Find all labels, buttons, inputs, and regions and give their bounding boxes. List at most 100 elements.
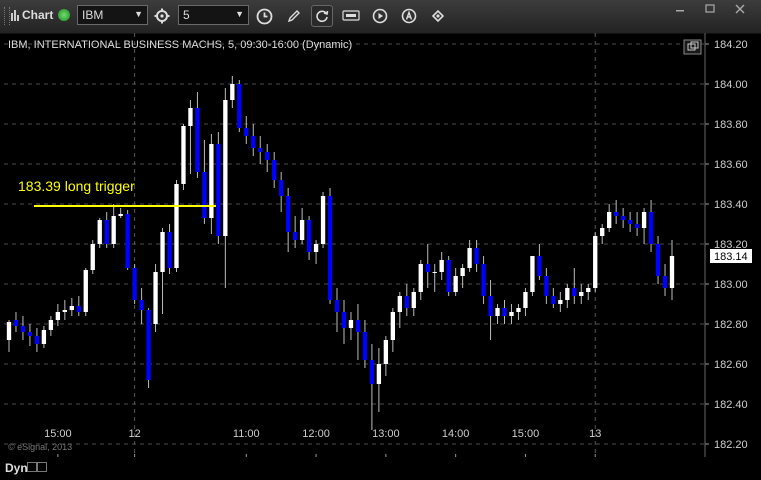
time-button[interactable] [253, 5, 275, 27]
x-tick-label: 12:00 [302, 428, 330, 440]
minimize-button[interactable] [671, 2, 689, 14]
y-tick-label: 184.00 [714, 79, 748, 91]
status-indicator-icon [58, 9, 70, 21]
interval-value: 5 [183, 8, 190, 22]
y-tick-label: 182.60 [714, 359, 748, 371]
refresh-icon [316, 10, 329, 23]
candle-down [202, 172, 207, 218]
maximize-button[interactable] [701, 2, 719, 14]
candle-down [544, 276, 549, 296]
candles [6, 76, 675, 430]
candle-up [418, 264, 423, 292]
candle-down [481, 264, 486, 296]
candle-up [397, 296, 402, 312]
last-price-label: 183.14 [714, 251, 748, 263]
candle-up [390, 312, 396, 340]
alert-button[interactable] [398, 5, 420, 27]
candle-up [230, 84, 235, 100]
candle-up [299, 220, 305, 240]
candle-down [334, 300, 340, 312]
play-button[interactable] [369, 5, 391, 27]
candle-up [383, 340, 389, 364]
candle-up [348, 320, 354, 328]
bottom-bar [0, 457, 761, 480]
candle-up [153, 272, 158, 324]
candle-down [292, 232, 298, 240]
refresh-button[interactable] [311, 5, 333, 27]
candle-down [474, 248, 479, 264]
candle-up [432, 272, 437, 273]
price-chart[interactable]: 183.39 long trigger IBM, INTERNATIONAL B… [0, 33, 761, 457]
candle-up [669, 256, 675, 288]
symbol-input[interactable]: IBM ▼ [77, 5, 148, 25]
candle-up [565, 288, 570, 300]
candle-up [83, 270, 88, 312]
y-tick-label: 182.80 [714, 319, 748, 331]
candle-up [313, 244, 319, 252]
candle-up [188, 108, 193, 126]
candle-up [111, 216, 116, 244]
candle-up [181, 126, 186, 184]
y-tick-label: 184.20 [714, 39, 748, 51]
candle-down [125, 214, 130, 268]
x-tick-label: 13:00 [372, 428, 400, 440]
candle-down [265, 152, 270, 160]
settings-button[interactable] [151, 5, 173, 27]
candle-up [48, 320, 54, 330]
y-tick-label: 182.20 [714, 439, 748, 451]
link-button[interactable] [427, 5, 449, 27]
chart-icon [11, 9, 20, 21]
candle-down [362, 332, 368, 360]
interval-input[interactable]: 5 ▼ [178, 5, 249, 25]
candle-up [174, 184, 179, 268]
window-title: Chart [22, 8, 54, 22]
scroll-left-button[interactable] [27, 462, 37, 472]
cursor-button[interactable] [340, 5, 362, 27]
candle-up [118, 214, 123, 216]
candle-down [572, 288, 577, 296]
candle-down [272, 160, 277, 180]
candle-down [216, 144, 221, 236]
candle-down [620, 216, 626, 220]
candle-up [523, 292, 528, 308]
candle-up [641, 212, 647, 228]
candle-up [607, 212, 612, 228]
candle-down [446, 260, 451, 292]
candle-up [495, 308, 500, 316]
x-tick-label: 12 [128, 428, 140, 440]
candle-down [488, 296, 493, 316]
window-restore-button[interactable] [683, 39, 702, 55]
cursor-icon [342, 10, 360, 21]
candle-up [579, 292, 584, 296]
dynamic-mode-label: Dyn [5, 461, 28, 475]
close-button[interactable] [731, 2, 749, 14]
candle-up [558, 300, 563, 304]
y-tick-label: 183.00 [714, 279, 748, 291]
chevron-down-icon[interactable]: ▼ [235, 9, 244, 19]
last-price-marker: 183.14 [710, 249, 752, 263]
symbol-value: IBM [82, 8, 104, 22]
candle-up [453, 276, 458, 292]
minimize-icon [676, 10, 684, 12]
candle-down [27, 332, 33, 336]
scroll-right-button[interactable] [37, 462, 47, 472]
candle-down [369, 360, 375, 384]
candle-up [593, 236, 598, 288]
candle-down [285, 196, 291, 232]
candle-up [530, 256, 535, 292]
draw-tool-button[interactable] [283, 5, 305, 27]
chevron-down-icon[interactable]: ▼ [134, 9, 143, 19]
y-tick-label: 183.60 [714, 159, 748, 171]
toolbar-grip[interactable] [4, 7, 10, 25]
x-tick-label: 15:00 [44, 428, 72, 440]
x-tick-label: 11:00 [233, 428, 260, 440]
candle-down [627, 220, 633, 224]
chart-toolbar: Chart IBM ▼ 5 ▼ [0, 0, 761, 34]
chart-header: IBM, INTERNATIONAL BUSINESS MACHS, 5, 09… [8, 39, 352, 51]
candle-up [600, 228, 605, 236]
link-icon [431, 9, 445, 23]
candle-up [460, 268, 465, 276]
candle-down [167, 232, 172, 268]
x-tick-label: 15:00 [512, 428, 540, 440]
candle-down [251, 136, 256, 148]
